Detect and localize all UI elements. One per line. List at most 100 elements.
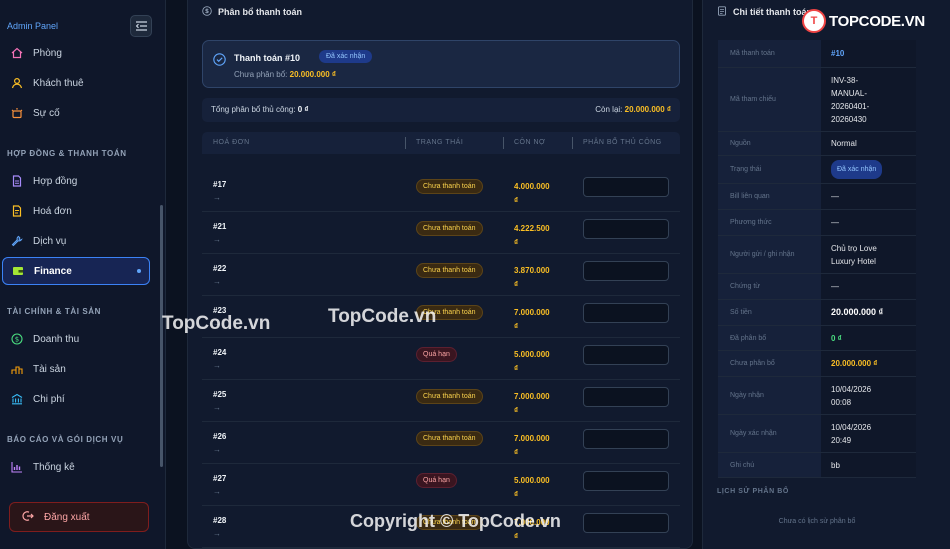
detail-row: Người gửi / ghi nhận Chủ trọ Love Luxury …	[718, 236, 916, 274]
detail-value[interactable]: #10	[821, 40, 916, 67]
manual-allocation-input[interactable]	[583, 429, 669, 449]
column-divider[interactable]	[572, 137, 573, 149]
logout-button[interactable]: Đăng xuất	[9, 502, 149, 532]
detail-value: Chủ trọ Love Luxury Hotel	[821, 236, 916, 273]
debt-currency: ₫	[514, 196, 519, 205]
manual-total: Tổng phân bổ thủ công: 0 ₫	[211, 105, 309, 114]
sidebar-item-revenue[interactable]: $ Doanh thu	[10, 328, 150, 350]
invoice-arrow[interactable]: →	[213, 277, 221, 286]
invoice-arrow[interactable]: →	[213, 445, 221, 454]
bank-icon	[10, 392, 24, 406]
detail-value: —	[821, 184, 916, 209]
invoice-id: #24	[213, 348, 227, 357]
detail-key: Trạng thái	[718, 156, 821, 183]
status-badge: Chưa thanh toán	[416, 431, 483, 446]
manual-allocation-input[interactable]	[583, 387, 669, 407]
table-row: #27 → Quá hạn 5.000.000 ₫	[202, 464, 680, 506]
status-badge: Chưa thanh toán	[416, 389, 483, 404]
manual-allocation-input[interactable]	[583, 261, 669, 281]
detail-row: Đã phân bổ 0 ₫	[718, 326, 916, 351]
detail-key: Bill liên quan	[718, 184, 821, 209]
detail-key: Người gửi / ghi nhận	[718, 236, 821, 273]
table-row: #26 → Chưa thanh toán 7.000.000 ₫	[202, 422, 680, 464]
detail-row: Chưa phân bổ 20.000.000 ₫	[718, 351, 916, 377]
history-empty: Chưa có lịch sử phân bổ	[778, 518, 856, 525]
unallocated-info: Chưa phân bổ: 20.000.000 ₫	[234, 70, 336, 79]
debt-amount: 5.000.000 ₫	[514, 348, 569, 376]
detail-key: Đã phân bổ	[718, 326, 821, 350]
invoice-arrow[interactable]: →	[213, 529, 221, 538]
detail-value: —	[821, 274, 916, 299]
detail-row: Ghi chú bb	[718, 453, 916, 478]
debt-number: 4.222.500	[514, 224, 550, 233]
detail-value: bb	[821, 453, 916, 477]
sidebar-item-label: Hợp đồng	[33, 175, 78, 187]
allocation-header: $ Phân bổ thanh toán	[202, 6, 302, 18]
detail-key: Nguồn	[718, 132, 821, 155]
debt-amount: 7.000.000 ₫	[514, 390, 569, 418]
detail-value: 0 ₫	[821, 326, 916, 350]
payment-summary-card: Thanh toán #10 Đã xác nhận Chưa phân bổ:…	[202, 40, 680, 88]
sidebar-item-invoices[interactable]: Hoá đơn	[10, 200, 150, 222]
invoice-arrow[interactable]: →	[213, 235, 221, 244]
sidebar-item-finance[interactable]: Finance	[2, 257, 150, 285]
sidebar-toggle-button[interactable]	[130, 15, 152, 37]
invoice-icon	[10, 204, 24, 218]
table-row: #22 → Chưa thanh toán 3.870.000 ₫	[202, 254, 680, 296]
detail-value-text: INV-38- MANUAL- 20260401- 20260430	[831, 75, 870, 124]
home-icon	[10, 46, 24, 60]
detail-row: Chứng từ —	[718, 274, 916, 300]
manual-allocation-input[interactable]	[583, 303, 669, 323]
debt-number: 4.000.000	[514, 182, 550, 191]
manual-allocation-input[interactable]	[583, 513, 669, 533]
detail-row: Ngày nhận 10/04/2026 00:08	[718, 377, 916, 415]
detail-value: 10/04/2026 00:08	[821, 377, 916, 414]
manual-allocation-input[interactable]	[583, 471, 669, 491]
column-divider[interactable]	[503, 137, 504, 149]
table-header: HOÁ ĐƠN TRẠNG THÁI CÔN NỢ PHÂN BỔ THỦ CÔ…	[202, 132, 680, 154]
sidebar-item-label: Phòng	[33, 47, 62, 59]
watermark-copyright: Copyright © TopCode.vn	[350, 511, 561, 531]
sidebar-item-services[interactable]: Dịch vụ	[10, 230, 150, 252]
sidebar-item-assets[interactable]: Tài sản	[10, 358, 150, 380]
invoice-arrow[interactable]: →	[213, 403, 221, 412]
sidebar-scrollbar[interactable]	[160, 205, 163, 467]
sidebar-item-incidents[interactable]: Sự cố	[10, 102, 150, 124]
column-divider[interactable]	[405, 137, 406, 149]
remaining-value: 20.000.000 ₫	[624, 105, 671, 114]
sidebar-item-expenses[interactable]: Chi phí	[10, 388, 150, 410]
detail-value-text: Normal	[831, 139, 857, 148]
detail-key: Mã thanh toán	[718, 40, 821, 67]
logout-label: Đăng xuất	[44, 511, 90, 523]
invoice-arrow[interactable]: →	[213, 361, 221, 370]
detail-key: Mã tham chiếu	[718, 68, 821, 131]
manual-allocation-input[interactable]	[583, 177, 669, 197]
manual-allocation-input[interactable]	[583, 219, 669, 239]
status-badge: Đã xác nhận	[831, 160, 883, 179]
detail-row: Bill liên quan —	[718, 184, 916, 210]
sidebar-item-contracts[interactable]: Hợp đồng	[10, 170, 150, 192]
contract-icon	[10, 174, 24, 188]
invoice-arrow[interactable]: →	[213, 487, 221, 496]
sidebar-item-statistics[interactable]: Thống kê	[10, 456, 150, 478]
detail-value-text: bb	[831, 460, 840, 470]
allocation-panel: $ Phân bổ thanh toán Thanh toán #10 Đã x…	[187, 0, 693, 549]
column-header-manual: PHÂN BỔ THỦ CÔNG	[583, 139, 662, 146]
debt-currency: ₫	[514, 448, 519, 457]
invoice-arrow[interactable]: →	[213, 193, 221, 202]
table-row: #21 → Chưa thanh toán 4.222.500 ₫	[202, 212, 680, 254]
debt-amount: 7.000.000 ₫	[514, 306, 569, 334]
remaining-label: Còn lại:	[595, 105, 623, 114]
manual-allocation-summary: Tổng phân bổ thủ công: 0 ₫ Còn lại: 20.0…	[202, 98, 680, 122]
sidebar-item-label: Hoá đơn	[33, 205, 72, 217]
sidebar-item-tenants[interactable]: Khách thuê	[10, 72, 150, 94]
sidebar-item-label: Khách thuê	[33, 77, 84, 89]
remaining: Còn lại: 20.000.000 ₫	[595, 105, 671, 114]
manual-allocation-input[interactable]	[583, 345, 669, 365]
sidebar-item-rooms[interactable]: Phòng	[10, 42, 150, 64]
detail-value-text: Chủ trọ Love Luxury Hotel	[831, 243, 877, 266]
invoice-id: #22	[213, 264, 227, 273]
sidebar-item-label: Tài sản	[33, 363, 66, 375]
sidebar-item-label: Dịch vụ	[33, 235, 67, 247]
logout-icon	[22, 510, 34, 525]
